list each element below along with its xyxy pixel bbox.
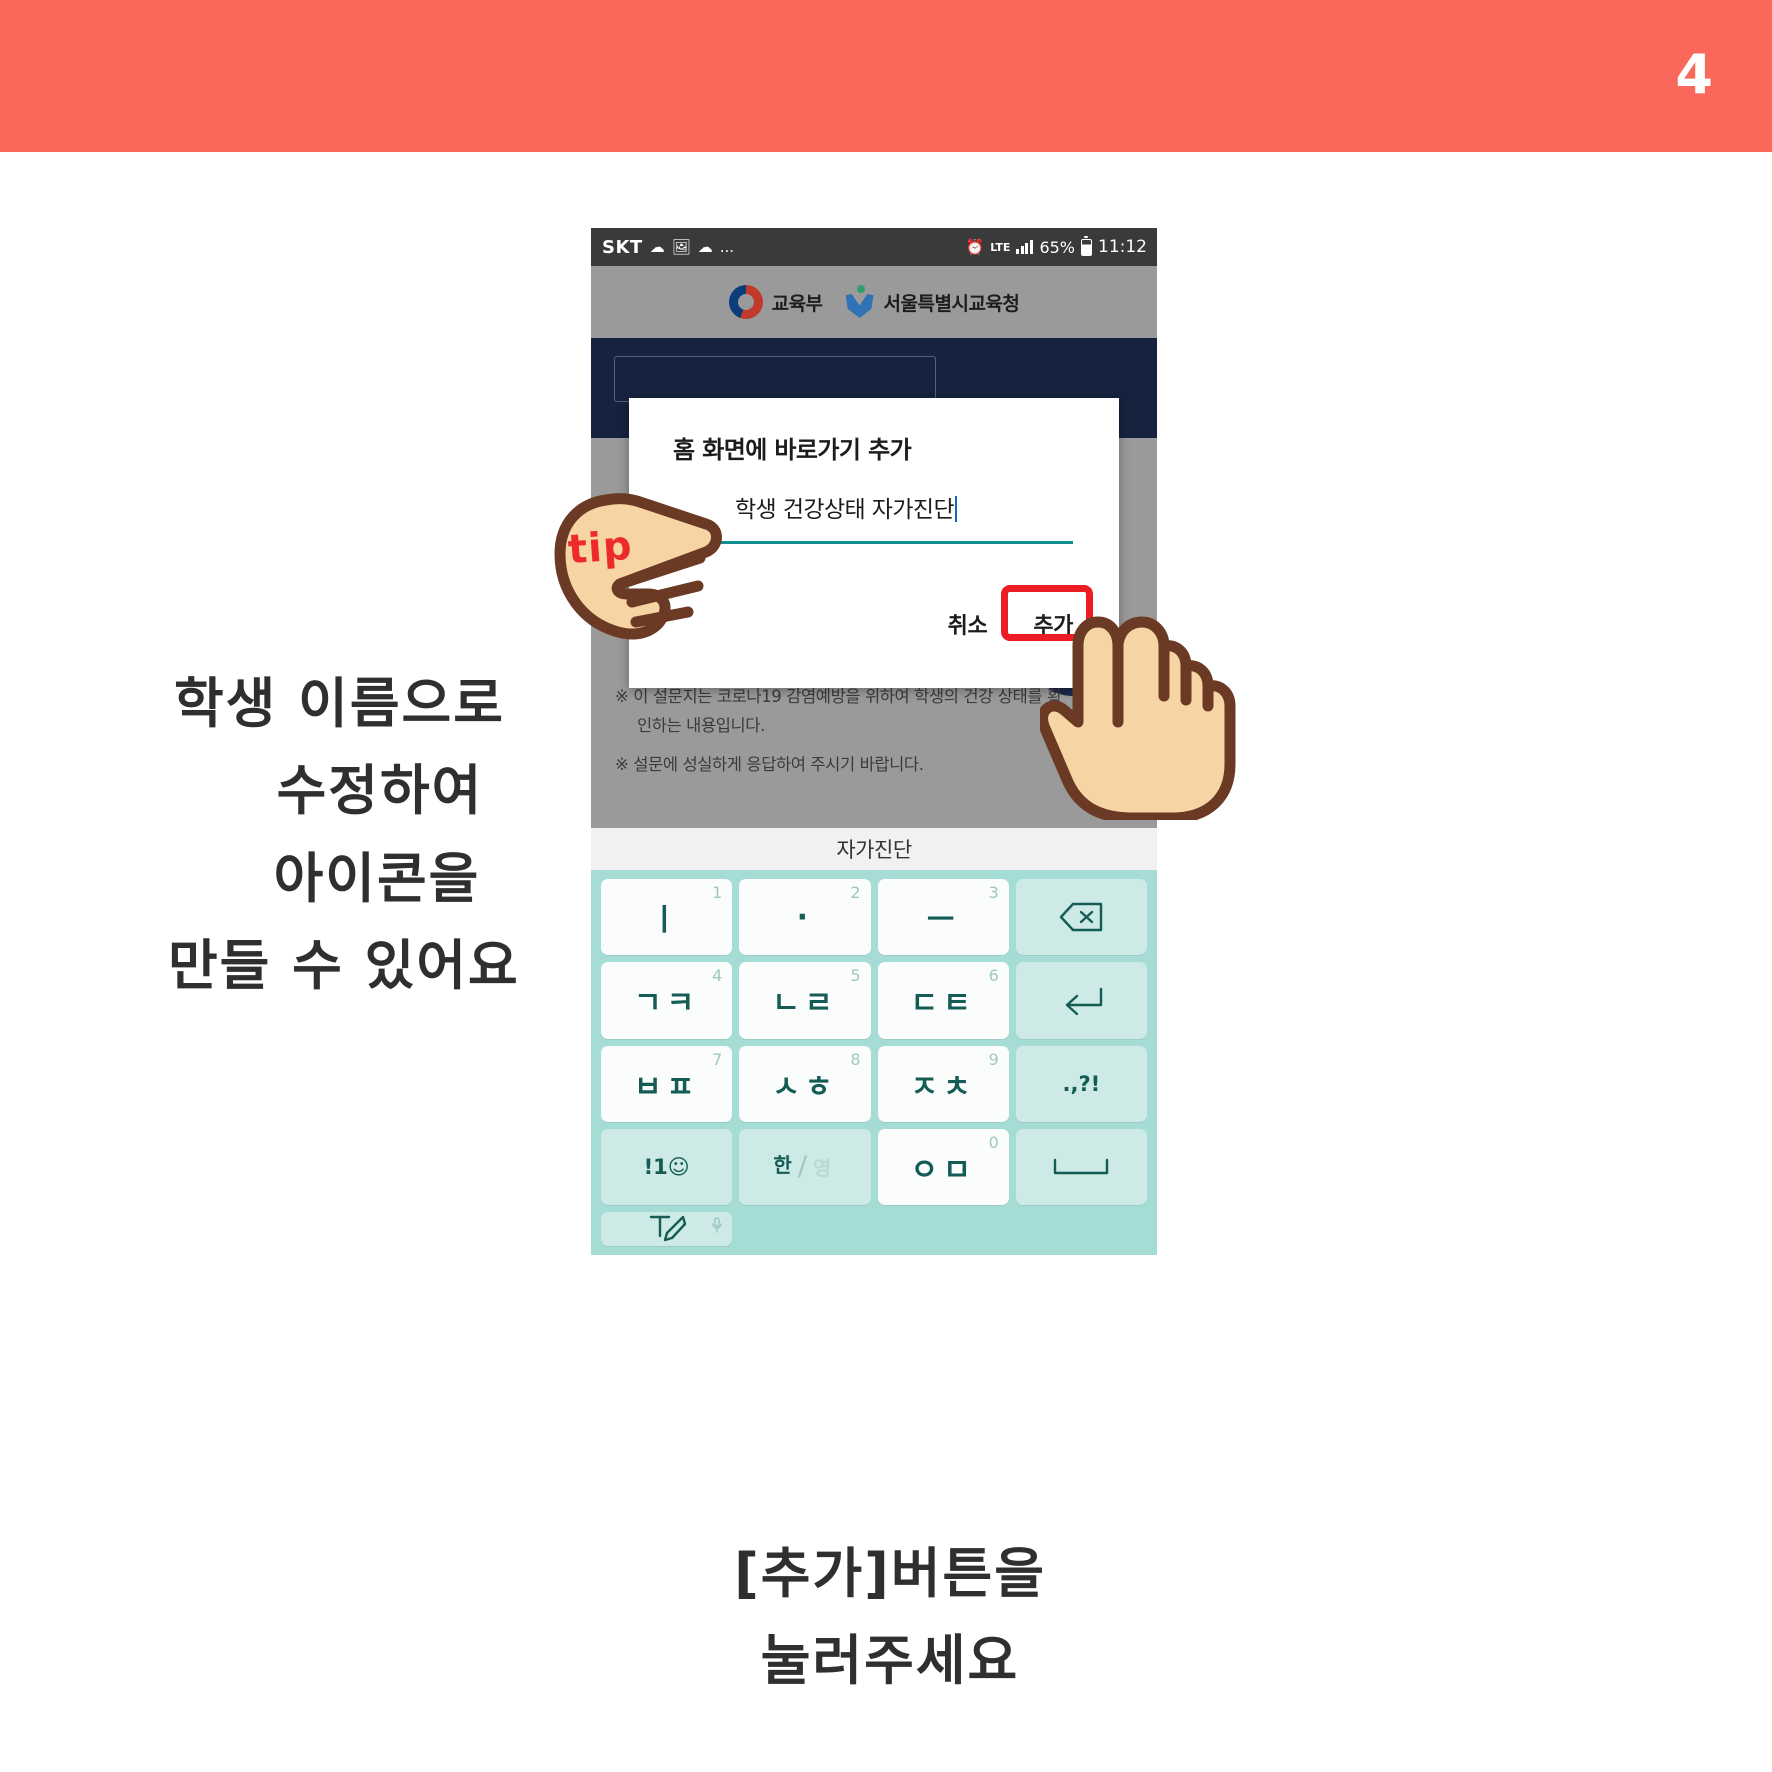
status-bar-left: SKT ☁ 🖼 ☁ ... <box>591 237 734 258</box>
survey-note-text-2: ※ 설문에 성실하게 응답하여 주시기 바랍니다. <box>615 755 924 774</box>
key-number-label: 0 <box>988 1132 999 1152</box>
shortcut-name-input-value: 학생 건강상태 자가진단 <box>735 490 958 524</box>
page-header-banner: 4 <box>0 0 1772 152</box>
seoul-education-office-logo-group: 서울특별시교육청 <box>845 285 1020 319</box>
network-type-label: LTE <box>990 240 1011 254</box>
more-dots-icon: ... <box>719 237 735 256</box>
cheonjiin-korean-keyboard: 1 ㅣ 2 · 3 ㅡ 4 ㄱㅋ 5 ㄴㄹ 6 ㄷㅌ 7 ㅂㅍ 8 ㅅㅎ 9 ㅈ… <box>591 870 1157 1255</box>
keyboard-suggestion-bar: 자가진단 <box>591 828 1157 870</box>
carrier-label: SKT <box>602 236 643 258</box>
key-label: ㄷㅌ <box>910 986 976 1022</box>
key-label-english: 영 <box>812 1156 837 1181</box>
handwriting-icon <box>647 1212 687 1246</box>
ministry-of-education-logo-group: 교육부 <box>728 285 823 319</box>
key-nieun-rieul[interactable]: 5 ㄴㄹ <box>739 962 871 1039</box>
key-backspace[interactable] <box>1015 879 1147 956</box>
key-punctuation[interactable]: .,?! <box>1015 1045 1147 1122</box>
key-number-label: 3 <box>988 883 999 902</box>
signal-bars-icon <box>1016 240 1033 254</box>
clock-label: 11:12 <box>1098 237 1147 257</box>
instruction-note-left: 학생 이름으로 수정하여 아이콘을 만들 수 있어요 <box>150 660 570 1010</box>
key-number-label: 7 <box>712 1049 723 1069</box>
key-language-toggle[interactable]: 한 / 영 <box>739 1128 871 1205</box>
suggestion-word[interactable]: 자가진단 <box>836 834 912 864</box>
taegeuk-icon <box>728 285 763 319</box>
key-ieung-mieum[interactable]: 0 ㅇㅁ <box>877 1128 1009 1205</box>
note-bottom-line-1: [추가]버튼을 <box>734 1542 1046 1605</box>
cloud-icon: ☁ <box>697 237 713 256</box>
language-toggle-stack: 한 / 영 <box>773 1153 836 1180</box>
page-number: 4 <box>1675 43 1714 106</box>
key-vowel-dot[interactable]: 2 · <box>739 879 871 956</box>
key-handwriting[interactable] <box>601 1212 733 1246</box>
microphone-icon <box>711 1217 723 1233</box>
key-label: ㄱㅋ <box>634 986 700 1022</box>
sen-logo-label: 서울특별시교육청 <box>883 292 1020 315</box>
tip-label: tip <box>566 522 634 574</box>
key-label: ㅈㅊ <box>910 1069 976 1105</box>
key-bieup-pieup[interactable]: 7 ㅂㅍ <box>601 1045 733 1122</box>
key-label: ㄴㄹ <box>772 986 838 1022</box>
instruction-note-bottom: [추가]버튼을 눌러주세요 <box>560 1530 1220 1705</box>
key-label: ㅣ <box>650 903 683 939</box>
alarm-icon: ⏰ <box>965 237 985 256</box>
key-label: ㅇㅁ <box>910 1152 976 1188</box>
key-number-label: 2 <box>850 883 861 902</box>
backspace-icon <box>1058 901 1104 933</box>
key-number-label: 4 <box>712 966 723 986</box>
key-giyeok-kieuk[interactable]: 4 ㄱㅋ <box>601 962 733 1039</box>
key-siot-hieut[interactable]: 8 ㅅㅎ <box>739 1045 871 1122</box>
key-label: .,?! <box>1062 1071 1101 1096</box>
dialog-title: 홈 화면에 바로가기 추가 <box>673 436 912 464</box>
key-symbols[interactable]: !1☺ <box>601 1128 733 1205</box>
key-label: ㅂㅍ <box>634 1069 700 1105</box>
key-vowel-i[interactable]: 1 ㅣ <box>601 879 733 956</box>
space-icon <box>1052 1157 1110 1177</box>
key-number-label: 6 <box>988 966 999 986</box>
key-label: ㅡ <box>926 903 960 939</box>
survey-note-text-1: ※ 이 설문지는 코로나19 감염예방을 위하여 학생의 건강 상태를 확 <box>615 687 1062 706</box>
sen-emblem-icon <box>845 285 875 319</box>
slash-icon: / <box>797 1151 812 1183</box>
key-number-label: 5 <box>850 966 861 986</box>
key-number-label: 1 <box>712 883 723 902</box>
key-label: !1☺ <box>643 1154 690 1179</box>
note-left-line-1: 학생 이름으로 <box>174 672 505 735</box>
key-jieut-chieut[interactable]: 9 ㅈㅊ <box>877 1045 1009 1122</box>
key-vowel-eu[interactable]: 3 ㅡ <box>877 879 1009 956</box>
app-logo-header: 교육부 서울특별시교육청 <box>591 266 1157 338</box>
image-icon: 🖼 <box>671 237 691 256</box>
battery-icon <box>1081 235 1092 256</box>
key-space[interactable] <box>1015 1128 1147 1205</box>
background-input-outline <box>614 356 936 402</box>
key-enter[interactable] <box>1015 962 1147 1039</box>
key-number-label: 8 <box>850 1049 861 1069</box>
android-status-bar: SKT ☁ 🖼 ☁ ... ⏰ LTE 65% 11:12 <box>591 228 1157 266</box>
cancel-button[interactable]: 취소 <box>938 602 998 646</box>
battery-percent-label: 65% <box>1039 237 1075 257</box>
note-bottom-line-2: 눌러주세요 <box>760 1629 1020 1693</box>
cloud-icon: ☁ <box>649 237 665 256</box>
key-label-korean: 한 <box>773 1153 797 1178</box>
key-label: ㅅㅎ <box>772 1069 838 1105</box>
status-bar-right: ⏰ LTE 65% 11:12 <box>965 235 1157 257</box>
key-label: · <box>796 899 814 935</box>
tapping-hand-icon-right <box>1037 610 1255 824</box>
note-left-line-4: 만들 수 있어요 <box>168 934 520 998</box>
note-left-line-3: 아이콘을 <box>273 846 481 910</box>
note-left-line-2: 수정하여 <box>276 759 484 823</box>
moe-logo-label: 교육부 <box>771 292 823 315</box>
key-number-label: 9 <box>988 1049 999 1069</box>
text-caret <box>955 496 958 522</box>
enter-icon <box>1058 985 1104 1016</box>
key-digeut-tieut[interactable]: 6 ㄷㅌ <box>877 962 1009 1039</box>
